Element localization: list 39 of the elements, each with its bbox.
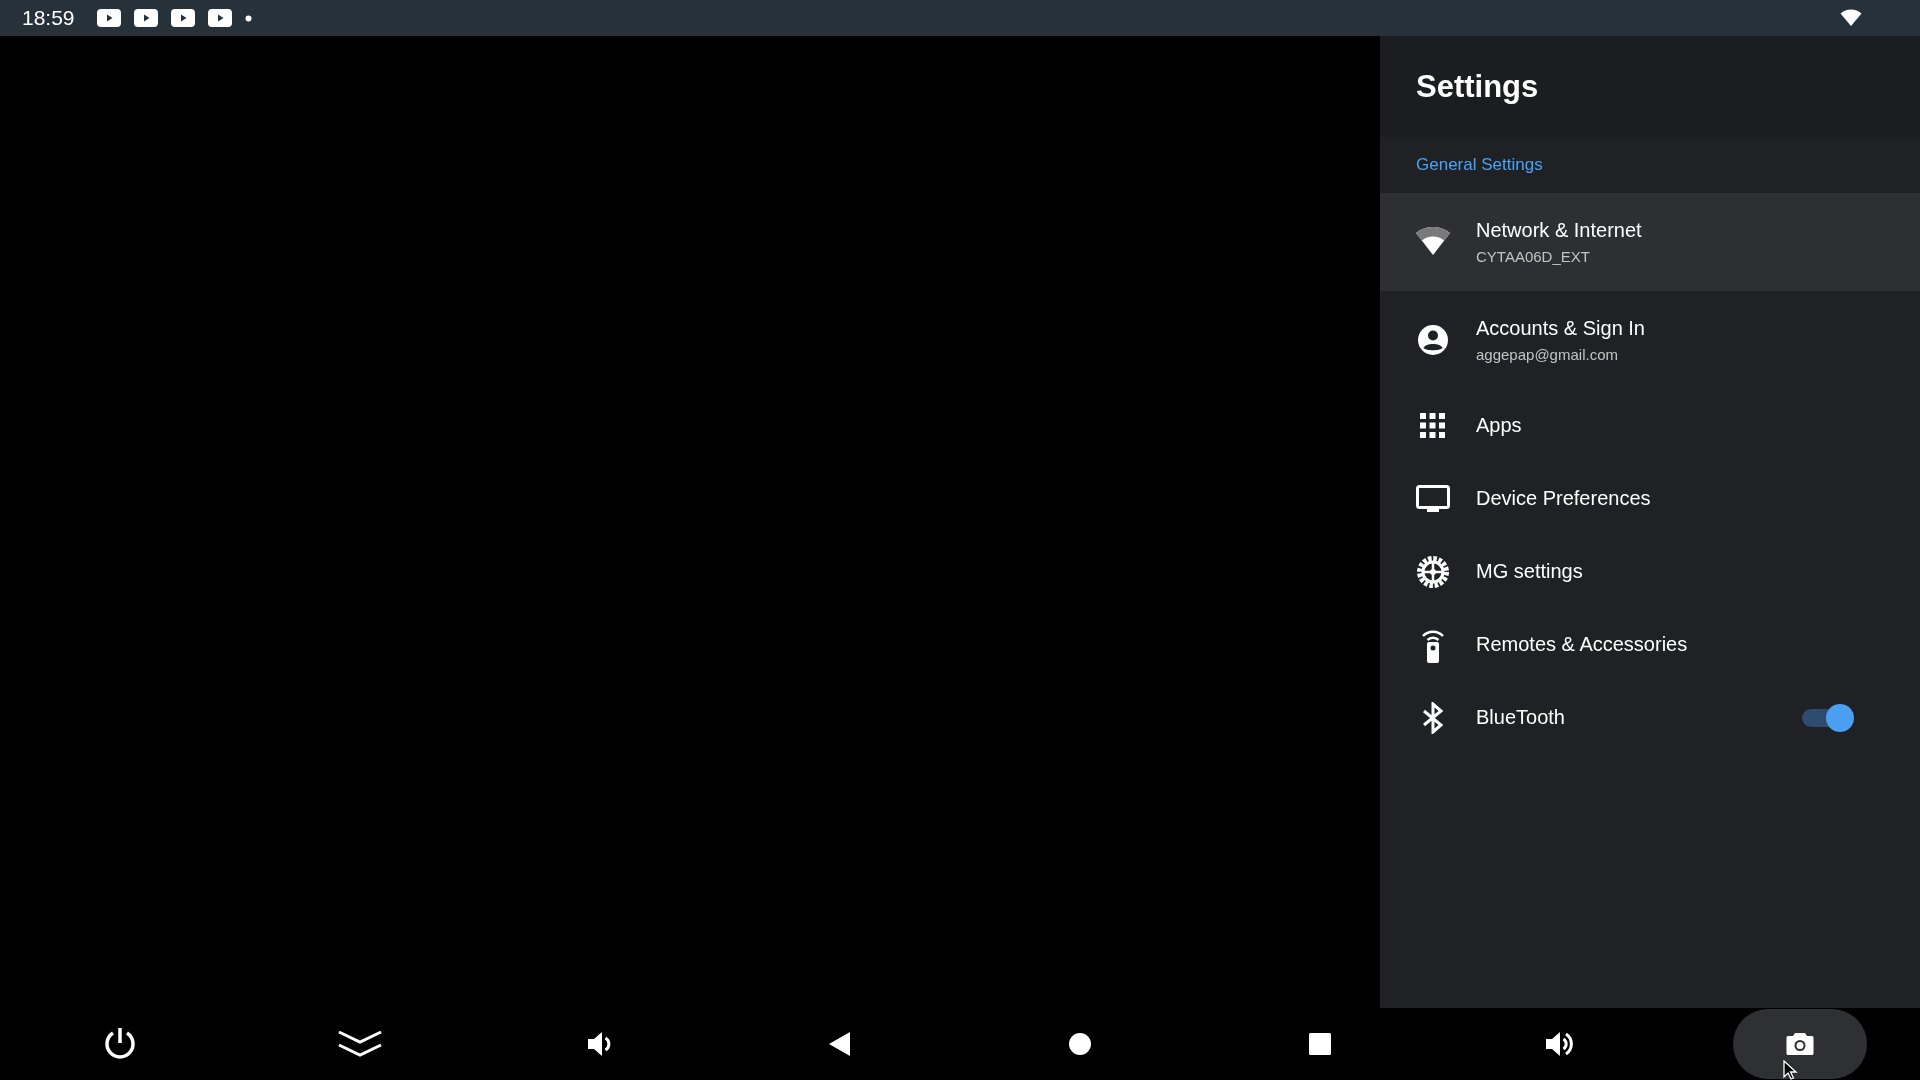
settings-title: Settings [1416, 68, 1539, 105]
bluetooth-icon [1422, 701, 1444, 734]
double-chevron-down-icon [337, 1029, 383, 1059]
toggle-switch[interactable] [1802, 703, 1854, 732]
settings-item[interactable]: Network & Internet CYTAA06D_EXT [1380, 193, 1920, 291]
wifi-icon [1415, 227, 1451, 257]
item-label: Apps [1476, 414, 1522, 437]
item-subtitle: aggepap@gmail.com [1476, 346, 1618, 363]
wifi-icon [1840, 9, 1862, 27]
back-icon [828, 1031, 852, 1057]
settings-item[interactable]: MG settings [1380, 535, 1920, 608]
apps-grid-icon [1420, 412, 1446, 439]
item-label: BlueTooth [1476, 706, 1565, 729]
more-notifications-icon [244, 14, 252, 22]
video-notification-icon [207, 9, 232, 27]
settings-item[interactable]: Apps [1380, 389, 1920, 462]
item-label: Device Preferences [1476, 487, 1651, 510]
video-notification-icon [133, 9, 158, 27]
account-icon [1417, 324, 1449, 356]
settings-icon [1416, 554, 1450, 589]
recents-icon [1308, 1032, 1332, 1056]
video-notification-icon [170, 9, 195, 27]
section-heading: General Settings [1416, 155, 1543, 175]
monitor-icon [1416, 484, 1450, 513]
settings-item[interactable]: Device Preferences [1380, 462, 1920, 535]
camera-icon [1786, 1032, 1814, 1056]
item-label: Accounts & Sign In [1476, 317, 1645, 340]
clock: 18:59 [22, 6, 75, 30]
item-subtitle: CYTAA06D_EXT [1476, 248, 1590, 265]
settings-item[interactable]: BlueTooth [1380, 681, 1920, 754]
volume-up-icon [1544, 1030, 1576, 1058]
item-label: Network & Internet [1476, 219, 1642, 242]
video-notification-icon [96, 9, 121, 27]
power-icon [103, 1026, 137, 1062]
item-label: MG settings [1476, 560, 1583, 583]
home-icon [1068, 1032, 1092, 1056]
item-label: Remotes & Accessories [1476, 633, 1688, 656]
settings-item[interactable]: Accounts & Sign In aggepap@gmail.com [1380, 291, 1920, 389]
settings-item[interactable]: Remotes & Accessories [1380, 608, 1920, 681]
